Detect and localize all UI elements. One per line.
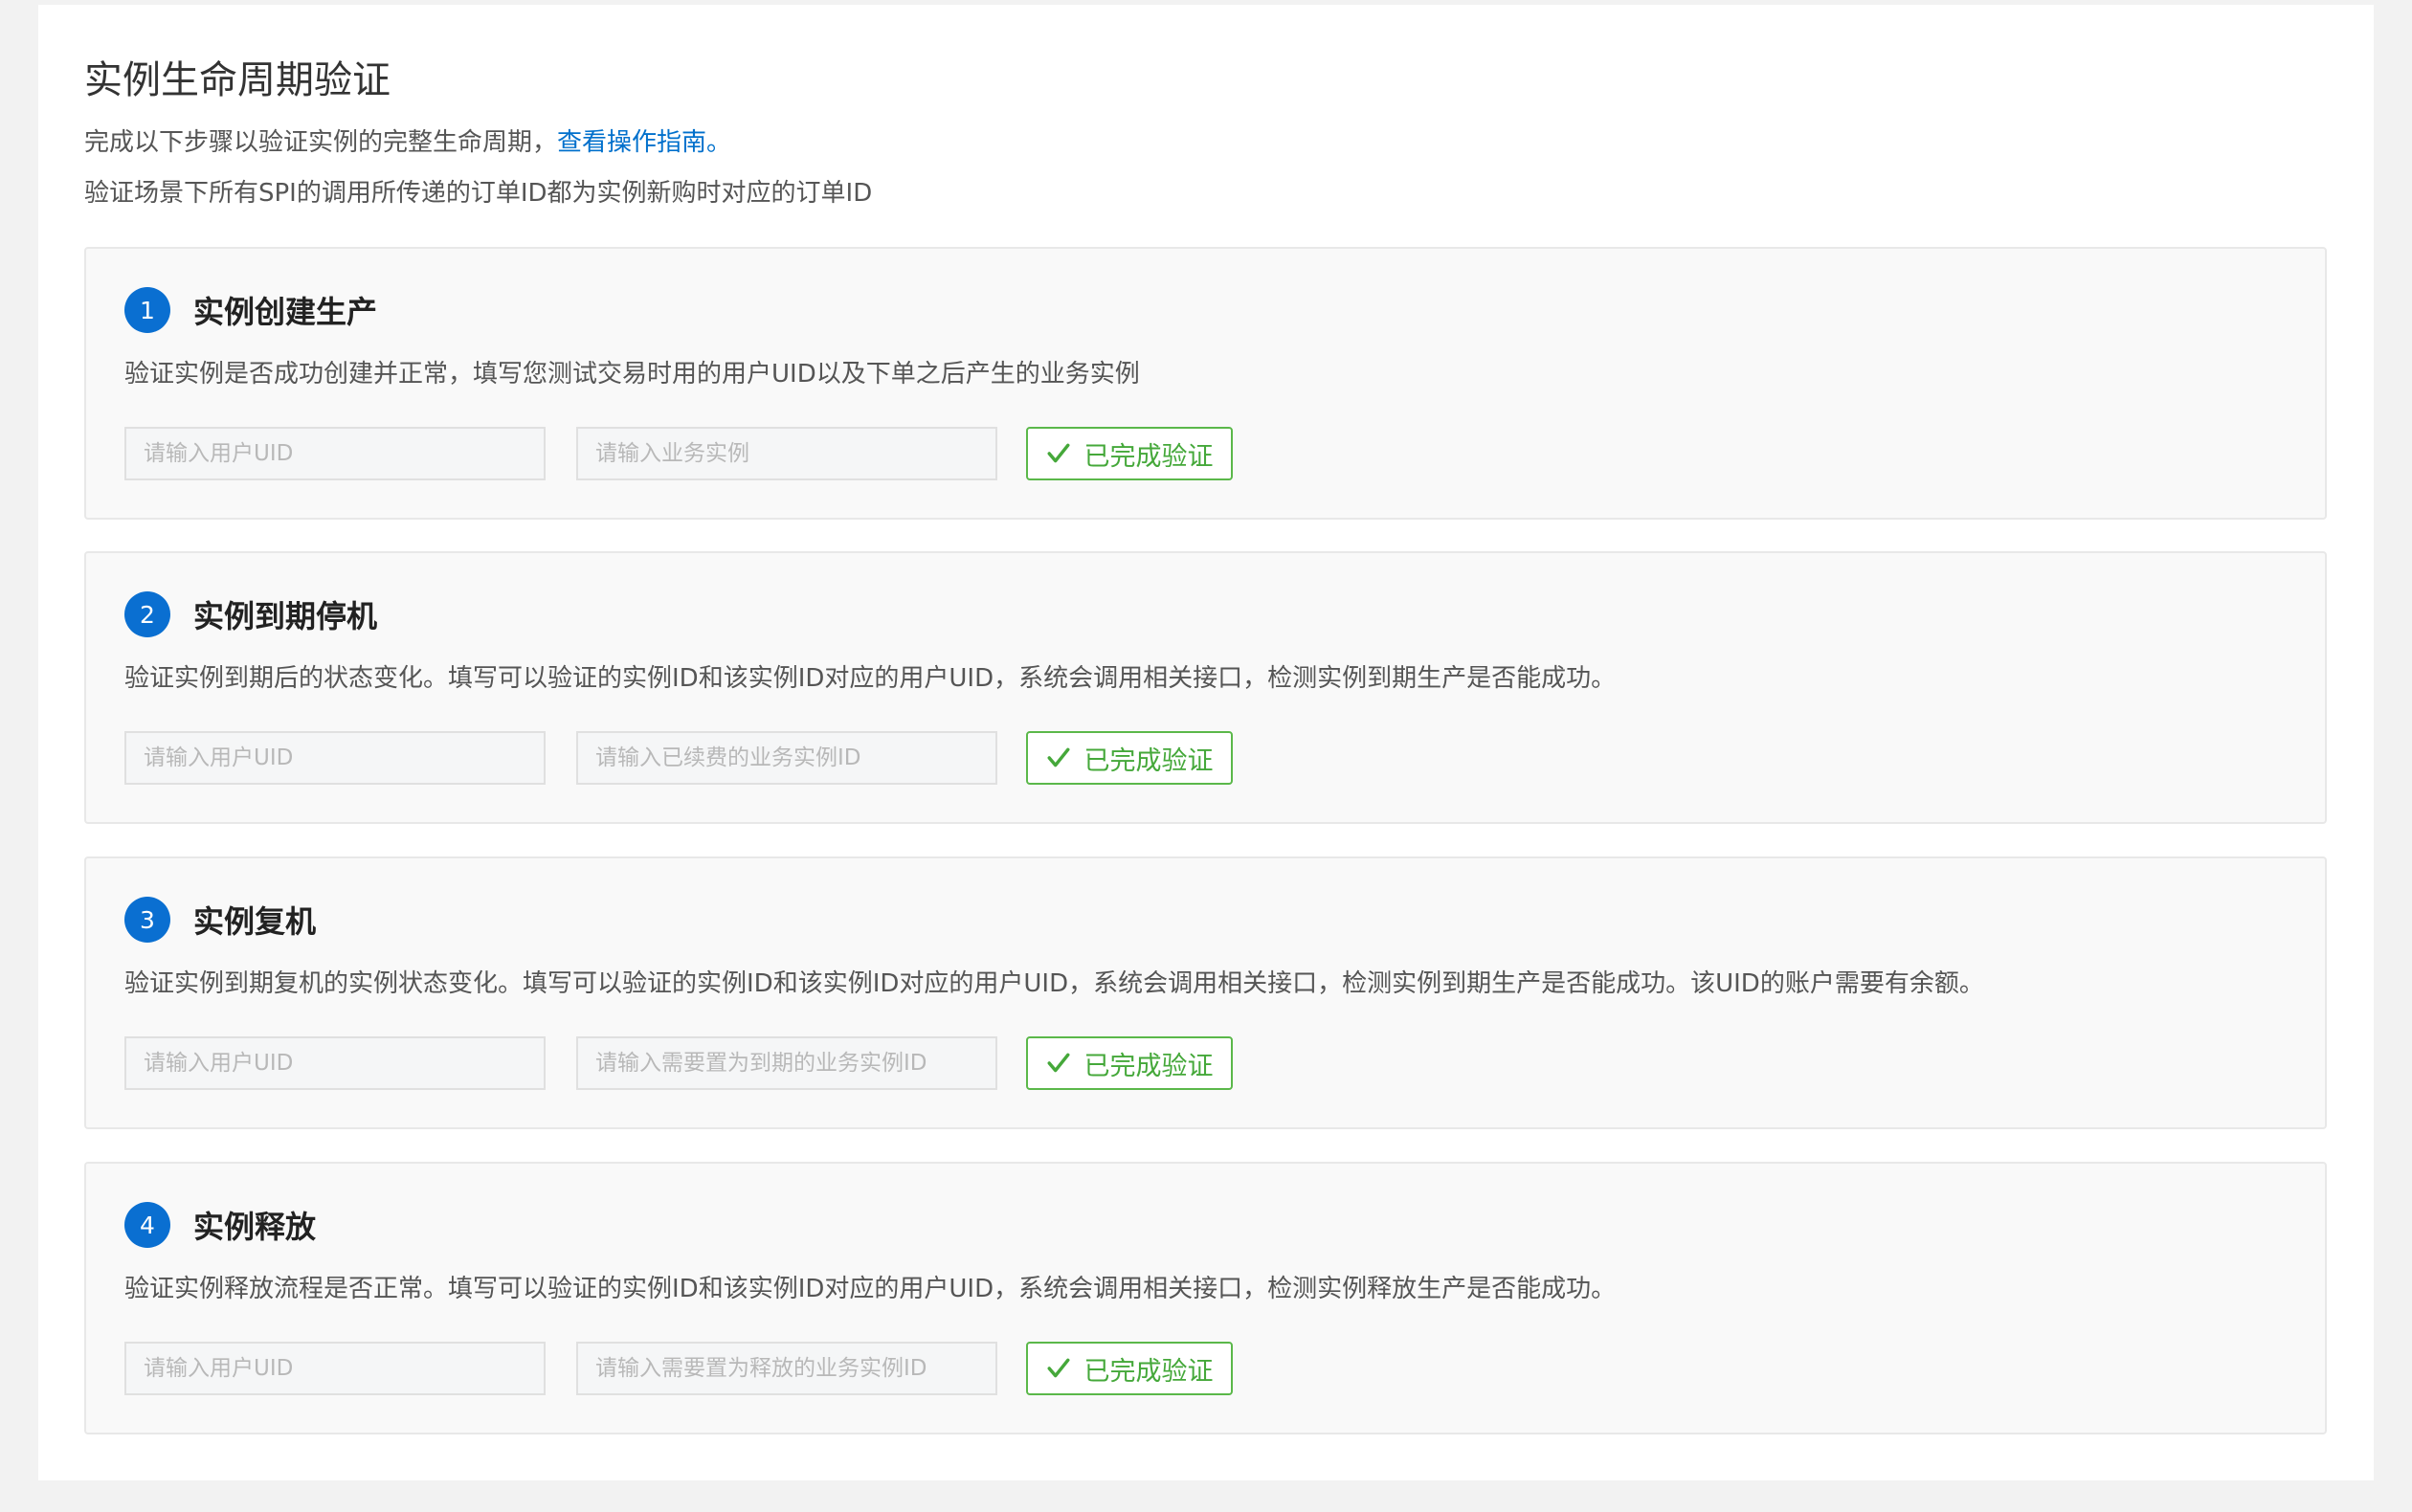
business-instance-input[interactable] [576, 427, 997, 480]
step-description: 验证实例是否成功创建并正常，填写您测试交易时用的用户UID以及下单之后产生的业务… [124, 360, 1140, 389]
step-header: 3 实例复机 [124, 897, 316, 943]
renewed-instance-id-input[interactable] [576, 731, 997, 785]
step-description: 验证实例到期后的状态变化。填写可以验证的实例ID和该实例ID对应的用户UID，系… [124, 664, 1617, 693]
verify-button[interactable]: 已完成验证 [1026, 731, 1233, 785]
step-title: 实例复机 [193, 903, 317, 940]
intro-text-body: 完成以下步骤以验证实例的完整生命周期， [84, 128, 558, 157]
verify-button-label: 已完成验证 [1083, 1051, 1214, 1081]
user-uid-input[interactable] [124, 1342, 546, 1395]
step-title: 实例释放 [193, 1209, 317, 1245]
step-title: 实例创建生产 [193, 294, 378, 330]
step-card-resume: 3 实例复机 验证实例到期复机的实例状态变化。填写可以验证的实例ID和该实例ID… [84, 856, 2327, 1129]
user-uid-input[interactable] [124, 427, 546, 480]
check-icon [1047, 1053, 1069, 1073]
intro-text: 完成以下步骤以验证实例的完整生命周期，查看操作指南。 [84, 124, 731, 161]
user-uid-input[interactable] [124, 1036, 546, 1090]
guide-link[interactable]: 查看操作指南。 [557, 128, 731, 157]
step-header: 4 实例释放 [124, 1202, 316, 1248]
step-header: 1 实例创建生产 [124, 287, 377, 333]
check-icon [1047, 443, 1069, 463]
verify-button[interactable]: 已完成验证 [1026, 1036, 1233, 1090]
verify-button-label: 已完成验证 [1083, 1356, 1214, 1387]
expire-instance-id-input[interactable] [576, 1036, 997, 1090]
verify-button-label: 已完成验证 [1083, 441, 1214, 472]
check-icon [1047, 747, 1069, 767]
verify-button-label: 已完成验证 [1083, 745, 1214, 776]
verify-button[interactable]: 已完成验证 [1026, 427, 1233, 480]
step-description: 验证实例到期复机的实例状态变化。填写可以验证的实例ID和该实例ID对应的用户UI… [124, 969, 1984, 998]
step-number-badge: 4 [124, 1202, 170, 1248]
step-title: 实例到期停机 [193, 598, 378, 634]
user-uid-input[interactable] [124, 731, 546, 785]
lifecycle-panel: 实例生命周期验证 完成以下步骤以验证实例的完整生命周期，查看操作指南。 验证场景… [38, 5, 2374, 1480]
step-card-create: 1 实例创建生产 验证实例是否成功创建并正常，填写您测试交易时用的用户UID以及… [84, 247, 2327, 520]
verify-button[interactable]: 已完成验证 [1026, 1342, 1233, 1395]
step-number-badge: 2 [124, 591, 170, 637]
step-number-badge: 1 [124, 287, 170, 333]
check-icon [1047, 1358, 1069, 1378]
step-card-expire-stop: 2 实例到期停机 验证实例到期后的状态变化。填写可以验证的实例ID和该实例ID对… [84, 551, 2327, 824]
step-number-badge: 3 [124, 897, 170, 943]
order-id-note: 验证场景下所有SPI的调用所传递的订单ID都为实例新购时对应的订单ID [84, 179, 873, 208]
page-title: 实例生命周期验证 [84, 58, 391, 102]
step-header: 2 实例到期停机 [124, 591, 377, 637]
step-card-release: 4 实例释放 验证实例释放流程是否正常。填写可以验证的实例ID和该实例ID对应的… [84, 1162, 2327, 1434]
step-description: 验证实例释放流程是否正常。填写可以验证的实例ID和该实例ID对应的用户UID，系… [124, 1275, 1617, 1303]
release-instance-id-input[interactable] [576, 1342, 997, 1395]
